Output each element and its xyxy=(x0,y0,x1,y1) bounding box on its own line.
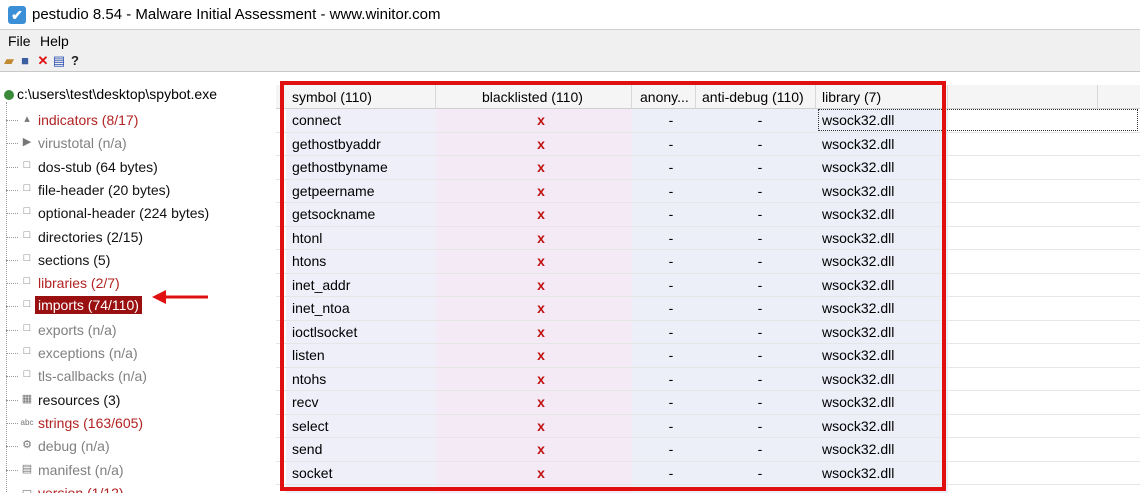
tree-item[interactable]: □ optional-header (224 bytes) xyxy=(0,203,276,225)
window-title: pestudio 8.54 - Malware Initial Assessme… xyxy=(32,6,441,23)
tree-item-label: imports (74/110) xyxy=(35,296,142,315)
tree-connector xyxy=(6,236,18,238)
tree-connector xyxy=(6,422,18,424)
tree-panel: c:\users\test\desktop\spybot.exe ▴ indica… xyxy=(0,72,276,493)
square-icon: □ xyxy=(23,368,31,381)
help-icon[interactable]: ? xyxy=(68,54,82,68)
document-icon: ▤ xyxy=(21,462,33,475)
tree-item[interactable]: □ file-header (20 bytes) xyxy=(0,180,276,202)
tree-item[interactable]: □ dos-stub (64 bytes) xyxy=(0,157,276,179)
tree-connector xyxy=(6,376,18,378)
tree-item-label: file-header (20 bytes) xyxy=(38,181,171,198)
square-icon: □ xyxy=(23,205,31,218)
tree-connector xyxy=(6,143,18,145)
version-icon: ▭ xyxy=(21,485,33,493)
tree-connector xyxy=(6,329,18,331)
tree-connector xyxy=(6,166,18,168)
file-icon xyxy=(4,90,14,101)
toolbar: ▰ ■ ✕ ▤ ? xyxy=(0,52,1140,72)
tree-item[interactable]: □ exports (n/a) xyxy=(0,320,276,342)
tree-connector xyxy=(6,189,18,191)
chart-icon: ▴ xyxy=(24,113,30,125)
square-icon: □ xyxy=(23,181,31,194)
square-icon: □ xyxy=(23,275,31,288)
abc-icon: abc xyxy=(20,417,34,427)
resources-icon: ▦ xyxy=(21,392,33,405)
tree-item-label: exports (n/a) xyxy=(38,321,117,338)
menu-bar: File Help xyxy=(0,30,1140,52)
square-icon: □ xyxy=(23,298,31,311)
tree-connector xyxy=(6,469,18,471)
tree-item[interactable]: □ tls-callbacks (n/a) xyxy=(0,366,276,388)
title-bar: ✔ pestudio 8.54 - Malware Initial Assess… xyxy=(0,0,1140,30)
tree-item-label: manifest (n/a) xyxy=(38,461,124,478)
highlight-box xyxy=(280,81,946,491)
tree-item[interactable]: ▴ indicators (8/17) xyxy=(0,110,276,132)
tree-item[interactable]: ▦ resources (3) xyxy=(0,390,276,412)
tree-item-label: exceptions (n/a) xyxy=(38,345,138,361)
tree-root-label: c:\users\test\desktop\spybot.exe xyxy=(17,86,217,102)
gear-icon: ⚙ xyxy=(22,439,32,452)
tree-item-label: version (1/12) xyxy=(38,484,124,493)
square-icon: □ xyxy=(23,251,31,264)
tree-item-label: strings (163/605) xyxy=(38,414,144,431)
tree-item[interactable]: ▶ virustotal (n/a) xyxy=(0,133,276,155)
tree-root[interactable]: c:\users\test\desktop\spybot.exe xyxy=(4,86,217,102)
tree-item-label: directories (2/15) xyxy=(38,228,144,245)
delete-icon[interactable]: ✕ xyxy=(36,54,50,68)
tree-item-label: resources (3) xyxy=(38,391,121,408)
tree-item[interactable]: □ exceptions (n/a) xyxy=(0,343,276,365)
menu-help[interactable]: Help xyxy=(40,33,69,49)
tree-item[interactable]: ▤ manifest (n/a) xyxy=(0,460,276,482)
tree-item-label: indicators (8/17) xyxy=(38,112,139,128)
tree-item[interactable]: ⚙ debug (n/a) xyxy=(0,436,276,458)
menu-file[interactable]: File xyxy=(8,33,31,49)
tree-item-label: libraries (2/7) xyxy=(38,275,120,292)
tree-item[interactable]: □ sections (5) xyxy=(0,250,276,272)
tree-item-label: tls-callbacks (n/a) xyxy=(38,368,147,385)
virustotal-icon: ▶ xyxy=(22,136,32,149)
tree-connector xyxy=(6,446,18,448)
tree-connector xyxy=(6,120,18,121)
tree-connector xyxy=(6,353,18,354)
tree-connector xyxy=(6,213,18,215)
tree-item[interactable]: ▭ version (1/12) xyxy=(0,483,276,493)
arrow-annotation xyxy=(152,290,208,304)
tree-item-label: sections (5) xyxy=(38,251,111,268)
square-icon: □ xyxy=(23,228,31,241)
check-icon: ✔ xyxy=(8,6,26,24)
column-header-empty xyxy=(948,85,1098,109)
save-icon[interactable]: ■ xyxy=(18,54,32,68)
tree-connector xyxy=(6,259,18,261)
square-icon: □ xyxy=(23,321,31,334)
tree-item[interactable]: □ libraries (2/7) xyxy=(0,273,276,295)
tree-item[interactable]: abc strings (163/605) xyxy=(0,413,276,435)
list-icon[interactable]: ▤ xyxy=(52,54,66,68)
open-folder-icon[interactable]: ▰ xyxy=(2,54,16,68)
square-icon: □ xyxy=(23,158,31,171)
square-icon: □ xyxy=(23,345,31,357)
tree-item[interactable]: □ imports (74/110) xyxy=(0,296,276,318)
tree-item-label: optional-header (224 bytes) xyxy=(38,205,210,222)
tree-connector xyxy=(6,306,18,308)
tree-item[interactable]: □ directories (2/15) xyxy=(0,227,276,249)
tree-item-label: debug (n/a) xyxy=(38,438,110,455)
tree-item-label: virustotal (n/a) xyxy=(38,135,127,152)
tree-item-label: dos-stub (64 bytes) xyxy=(38,158,158,175)
tree-connector xyxy=(6,399,18,401)
tree-connector xyxy=(6,283,18,285)
